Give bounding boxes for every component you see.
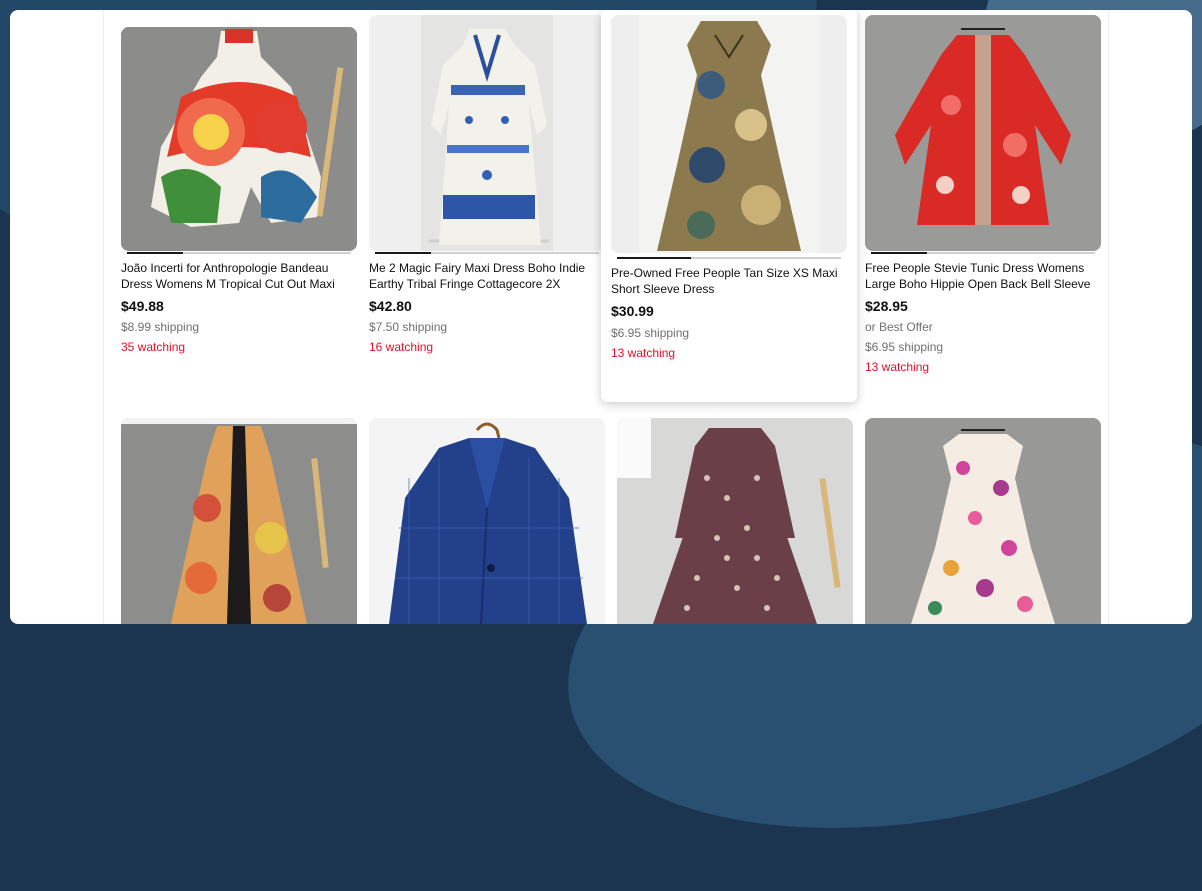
image-progress-bar xyxy=(127,252,351,254)
tan-floral-maxi-dress-photo[interactable] xyxy=(611,15,847,253)
browser-panel: João Incerti for Anthropologie Bandeau Dr… xyxy=(10,10,1192,624)
image-progress-bar xyxy=(871,252,1095,254)
listing-watching: 16 watching xyxy=(369,340,434,354)
pink-floral-dress-photo[interactable] xyxy=(865,418,1101,624)
listing-watching: 13 watching xyxy=(865,360,930,374)
search-results-grid: João Incerti for Anthropologie Bandeau Dr… xyxy=(103,10,1109,624)
listing-card[interactable]: Me 2 Magic Fairy Maxi Dress Boho Indie Ea… xyxy=(359,10,607,370)
listing-title[interactable]: Me 2 Magic Fairy Maxi Dress Boho Indie Ea… xyxy=(369,261,605,292)
blue-white-maxi-dress-photo[interactable] xyxy=(369,15,605,251)
red-tunic-dress-photo[interactable] xyxy=(865,15,1101,251)
listing-price: $49.88 xyxy=(121,298,164,314)
best-offer-label: or Best Offer xyxy=(865,320,933,334)
listing-price: $30.99 xyxy=(611,303,654,319)
image-progress-bar xyxy=(617,257,841,259)
listing-price: $28.95 xyxy=(865,298,908,314)
listing-watching: 35 watching xyxy=(121,340,186,354)
navy-plaid-blazer-photo[interactable] xyxy=(369,418,605,624)
listing-card[interactable]: Pre-Owned Free People Tan Size XS Maxi Sh… xyxy=(601,10,857,402)
listing-price: $42.80 xyxy=(369,298,412,314)
listing-card[interactable]: Free People Stevie Tunic Dress Womens Lar… xyxy=(855,10,1103,390)
listing-shipping: $6.95 shipping xyxy=(611,326,690,340)
listing-shipping: $7.50 shipping xyxy=(369,320,448,334)
listing-title[interactable]: João Incerti for Anthropologie Bandeau Dr… xyxy=(121,261,357,292)
listing-shipping: $8.99 shipping xyxy=(121,320,200,334)
print-midi-dress-photo[interactable] xyxy=(617,418,853,624)
listing-title[interactable]: Pre-Owned Free People Tan Size XS Maxi Sh… xyxy=(611,266,851,297)
listing-card[interactable]: João Incerti for Anthropologie Bandeau Dr… xyxy=(111,10,359,370)
listing-shipping: $6.95 shipping xyxy=(865,340,944,354)
tropical-maxi-dress-photo[interactable] xyxy=(121,27,357,251)
image-progress-bar xyxy=(375,252,599,254)
listing-title[interactable]: Free People Stevie Tunic Dress Womens Lar… xyxy=(865,261,1101,292)
paisley-maxi-dress-photo[interactable] xyxy=(121,418,357,624)
listing-watching: 13 watching xyxy=(611,346,676,360)
